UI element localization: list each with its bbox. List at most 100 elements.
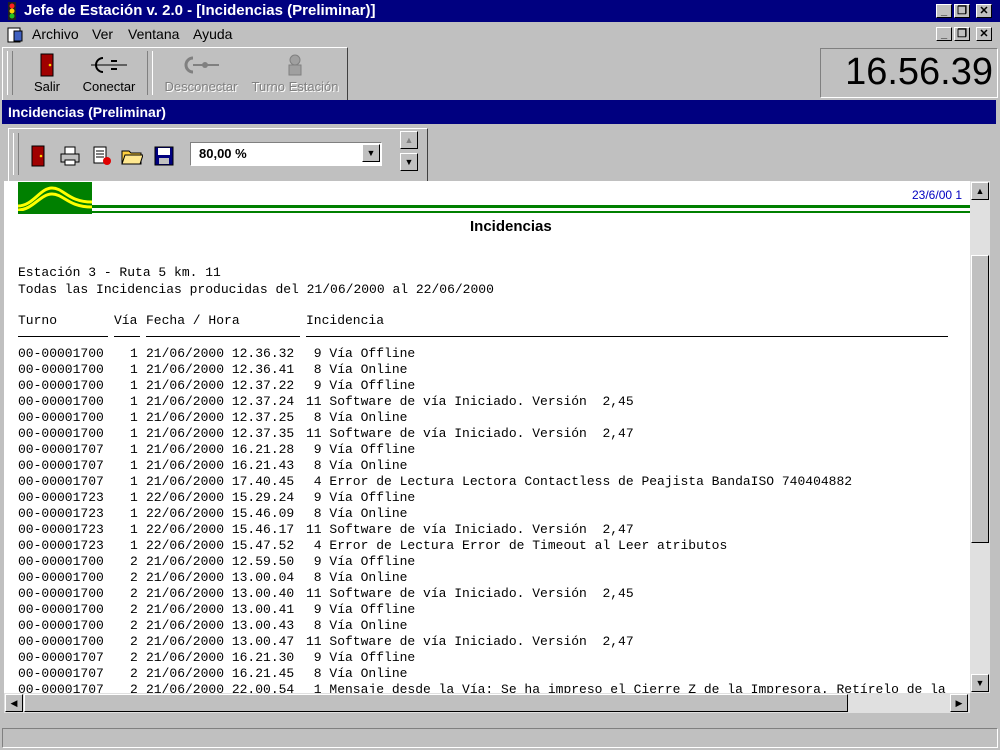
- cell-fecha: 22/06/2000 15.46.09: [146, 506, 295, 521]
- page-up-button[interactable]: ▲: [400, 131, 418, 149]
- table-row: 00-00001723 1 22/06/2000 15.47.52 4 Error …: [18, 538, 968, 554]
- menu-ver[interactable]: Ver: [92, 26, 113, 42]
- cell-turno: 00-00001707: [18, 666, 104, 681]
- zoom-select[interactable]: 80,00 % ▼: [190, 142, 382, 166]
- disconnect-plug-icon: [184, 56, 219, 74]
- scroll-thumb[interactable]: [971, 255, 989, 543]
- menu-ventana[interactable]: Ventana: [128, 26, 179, 42]
- cell-turno: 00-00001700: [18, 394, 104, 409]
- cell-fecha: 22/06/2000 15.47.52: [146, 538, 295, 553]
- export-icon[interactable]: [91, 145, 113, 167]
- cell-incidencia: 9 Vía Offline: [306, 378, 416, 393]
- save-disk-icon[interactable]: [153, 145, 175, 167]
- cell-via: 2: [130, 618, 138, 633]
- cell-fecha: 21/06/2000 13.00.04: [146, 570, 295, 585]
- scroll-left-button[interactable]: ◀: [5, 694, 23, 712]
- cell-incidencia: 11 Software de vía Iniciado. Versión 2,4…: [306, 394, 634, 409]
- cell-fecha: 21/06/2000 13.00.40: [146, 586, 295, 601]
- table-row: 00-00001723 1 22/06/2000 15.46.17 11 Softwa…: [18, 522, 968, 538]
- child-minimize-button[interactable]: _: [936, 27, 952, 41]
- cell-fecha: 21/06/2000 16.21.30: [146, 650, 295, 665]
- cell-via: 2: [130, 570, 138, 585]
- menu-ayuda[interactable]: Ayuda: [193, 26, 232, 42]
- cell-fecha: 22/06/2000 15.29.24: [146, 490, 295, 505]
- cell-via: 2: [130, 634, 138, 649]
- vertical-scrollbar[interactable]: ▲ ▼: [970, 181, 990, 693]
- report-date: 23/6/00 1: [912, 188, 963, 202]
- document-icon[interactable]: [6, 27, 24, 43]
- cell-fecha: 21/06/2000 12.59.50: [146, 554, 295, 569]
- cell-incidencia: 9 Vía Offline: [306, 650, 416, 665]
- cell-fecha: 21/06/2000 16.21.43: [146, 458, 295, 473]
- cell-turno: 00-00001700: [18, 378, 104, 393]
- cell-fecha: 21/06/2000 16.21.28: [146, 442, 295, 457]
- cell-fecha: 21/06/2000 13.00.43: [146, 618, 295, 633]
- minimize-button[interactable]: _: [936, 4, 952, 18]
- menu-archivo[interactable]: Archivo: [32, 26, 79, 42]
- scroll-down-button[interactable]: ▼: [971, 674, 989, 692]
- table-row: 00-00001707 1 21/06/2000 16.21.43 8 Vía On…: [18, 458, 968, 474]
- close-button[interactable]: ✕: [976, 4, 992, 18]
- restore-button[interactable]: ❐: [954, 4, 970, 18]
- cell-incidencia: 8 Vía Online: [306, 570, 408, 585]
- cell-incidencia: 4 Error de Lectura Lectora Contactless d…: [306, 474, 853, 489]
- table-row: 00-00001707 2 21/06/2000 16.21.30 9 Vía Of…: [18, 650, 968, 666]
- scroll-up-button[interactable]: ▲: [971, 182, 989, 200]
- table-row: 00-00001700 2 21/06/2000 13.00.04 8 Vía On…: [18, 570, 968, 586]
- horizontal-scrollbar[interactable]: ◀ ▶: [4, 693, 970, 713]
- cell-incidencia: 9 Vía Offline: [306, 490, 416, 505]
- cell-via: 1: [130, 522, 138, 537]
- open-folder-icon[interactable]: [121, 145, 144, 167]
- cell-fecha: 21/06/2000 16.21.45: [146, 666, 295, 681]
- table-row: 00-00001700 2 21/06/2000 13.00.43 8 Vía On…: [18, 618, 968, 634]
- page-down-button[interactable]: ▼: [400, 153, 418, 171]
- conectar-button[interactable]: Conectar: [77, 48, 141, 98]
- column-header-turno: Turno: [18, 313, 58, 328]
- cell-turno: 00-00001707: [18, 650, 104, 665]
- cell-fecha: 21/06/2000 12.37.24: [146, 394, 295, 409]
- zoom-dropdown-button[interactable]: ▼: [362, 144, 380, 162]
- scroll-right-button[interactable]: ▶: [950, 694, 968, 712]
- cell-via: 1: [130, 538, 138, 553]
- cell-turno: 00-00001723: [18, 506, 104, 521]
- cell-via: 1: [130, 506, 138, 521]
- column-rule: [18, 336, 108, 337]
- cell-incidencia: 11 Software de vía Iniciado. Versión 2,4…: [306, 634, 634, 649]
- clock-time: 16.56.39: [845, 51, 993, 93]
- child-restore-button[interactable]: ❐: [954, 27, 970, 41]
- hscroll-thumb[interactable]: [24, 694, 848, 712]
- cell-incidencia: 1 Mensaje desde la Vía: Se ha impreso el…: [306, 682, 946, 693]
- station-text: Estación 3 - Ruta 5 km. 11: [18, 265, 221, 280]
- table-row: 00-00001707 1 21/06/2000 17.40.45 4 Error …: [18, 474, 968, 490]
- cell-via: 2: [130, 682, 138, 693]
- company-logo: [17, 182, 93, 214]
- child-titlebar: Incidencias (Preliminar): [2, 100, 996, 124]
- desconectar-button[interactable]: Desconectar: [159, 48, 243, 98]
- salir-button[interactable]: Salir: [17, 48, 77, 98]
- cell-turno: 00-00001723: [18, 538, 104, 553]
- cell-via: 2: [130, 586, 138, 601]
- turno-estacion-button[interactable]: Turno Estación: [247, 48, 343, 98]
- cell-via: 2: [130, 650, 138, 665]
- cell-fecha: 21/06/2000 12.37.25: [146, 410, 295, 425]
- close-preview-door-icon[interactable]: [27, 145, 49, 167]
- cell-fecha: 21/06/2000 22.00.54: [146, 682, 295, 693]
- cell-fecha: 21/06/2000 12.36.32: [146, 346, 295, 361]
- cell-via: 2: [130, 666, 138, 681]
- menu-bar: Archivo Ver Ventana Ayuda _ ❐ ✕: [0, 24, 1000, 46]
- cell-turno: 00-00001700: [18, 426, 104, 441]
- table-row: 00-00001700 2 21/06/2000 12.59.50 9 Vía Of…: [18, 554, 968, 570]
- clock-display: 16.56.39: [820, 48, 998, 98]
- cell-incidencia: 8 Vía Online: [306, 506, 408, 521]
- cell-incidencia: 8 Vía Online: [306, 458, 408, 473]
- table-row: 00-00001700 2 21/06/2000 13.00.40 11 Softwa…: [18, 586, 968, 602]
- toolbar-grip: [7, 51, 13, 95]
- report-page: 23/6/00 1 Incidencias Estación 3 - Ruta …: [4, 181, 970, 693]
- child-close-button[interactable]: ✕: [976, 27, 992, 41]
- cell-incidencia: 11 Software de vía Iniciado. Versión 2,4…: [306, 522, 634, 537]
- cell-turno: 00-00001700: [18, 410, 104, 425]
- table-row: 00-00001700 2 21/06/2000 13.00.41 9 Vía Of…: [18, 602, 968, 618]
- toolbar-grip: [13, 133, 19, 175]
- cell-via: 1: [130, 458, 138, 473]
- print-icon[interactable]: [59, 145, 81, 167]
